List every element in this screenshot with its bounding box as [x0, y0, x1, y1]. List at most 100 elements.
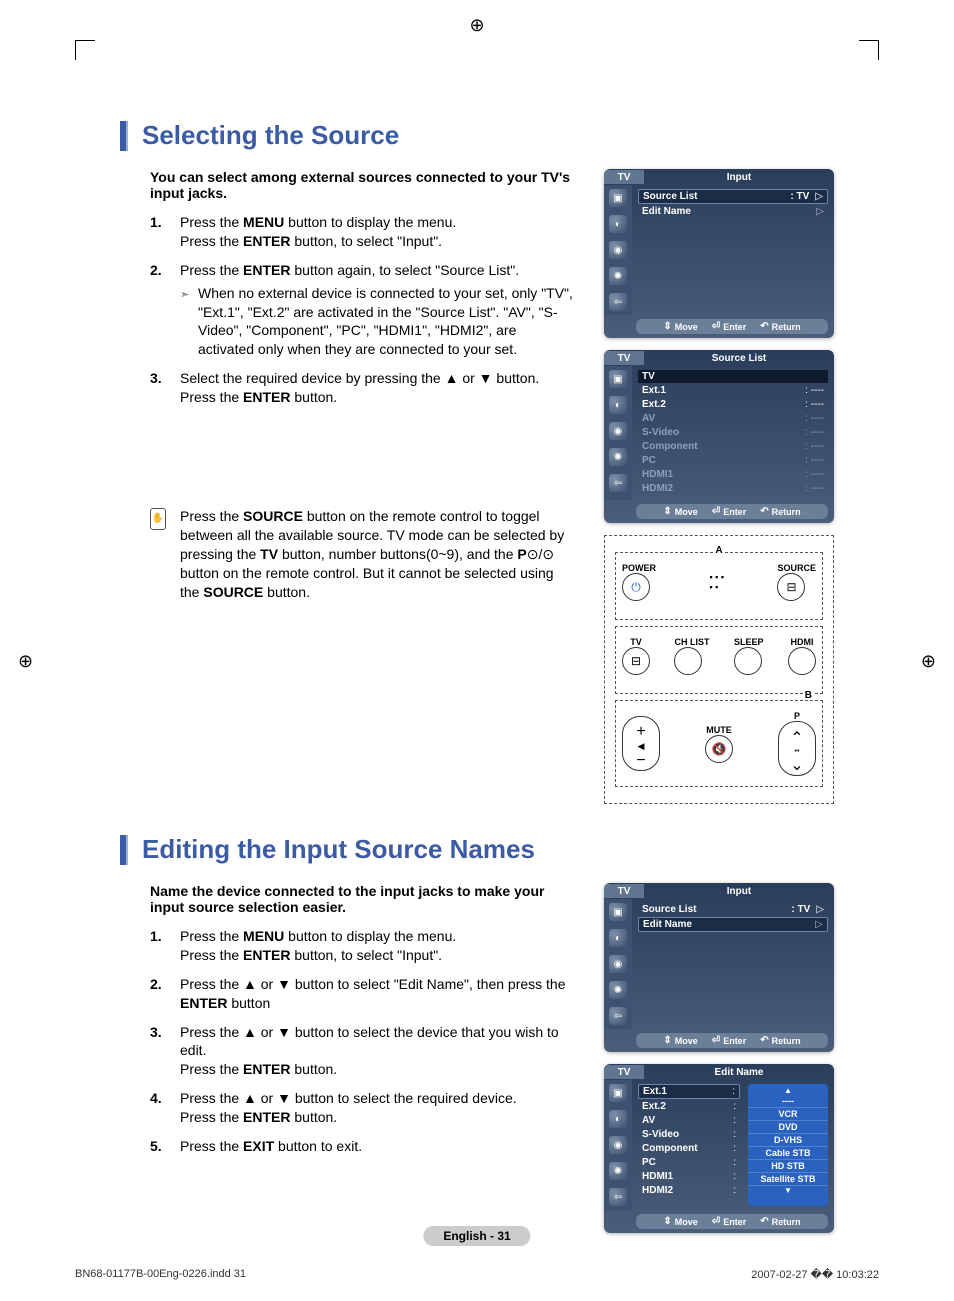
step-3: 3. Select the required device by pressin…	[150, 369, 574, 407]
osd-row: AV: ----	[638, 412, 828, 425]
osd-icon-input: ⇦	[609, 293, 627, 311]
step-body: Press the ENTER button again, to select …	[180, 261, 574, 359]
osd-icon-setup: ✺	[609, 448, 627, 466]
osd-title: Input	[644, 172, 834, 183]
osd-tab: TV	[604, 170, 644, 184]
step-3: 3.Press the ▲ or ▼ button to select the …	[150, 1023, 574, 1080]
intro-text: Name the device connected to the input j…	[120, 883, 574, 915]
osd-row-source-list: Source List: TV▷	[638, 903, 828, 916]
osd-input-menu: TV Input ▣ ◐ ◉ ✺ ⇦ Source	[604, 169, 834, 338]
osd-row: S-Video:	[638, 1128, 740, 1141]
osd-sidebar-icons: ▣ ◐ ◉ ✺ ⇦	[604, 185, 632, 315]
step-2: 2.Press the ▲ or ▼ button to select "Edi…	[150, 975, 574, 1013]
enter-icon: ⏎	[712, 506, 720, 517]
osd-row: HDMI2:	[638, 1184, 740, 1197]
p-label: P	[778, 711, 816, 721]
registration-mark-left: ⊕	[18, 651, 33, 672]
osd-icon-picture: ▣	[609, 1084, 627, 1102]
osd-option: D-VHS	[748, 1134, 828, 1147]
osd-icon-input: ⇦	[609, 474, 627, 492]
osd-row: HDMI2: ----	[638, 482, 828, 495]
step-body: Select the required device by pressing t…	[180, 369, 574, 407]
remote-tip: ✋ Press the SOURCE button on the remote …	[120, 507, 574, 601]
remote-tip-text: Press the SOURCE button on the remote co…	[180, 507, 574, 601]
osd-option: DVD	[748, 1121, 828, 1134]
crop-mark	[75, 40, 95, 60]
registration-mark-top: ⊕	[469, 15, 484, 36]
remote-tip-icon: ✋	[150, 507, 180, 601]
osd-footer: ⇕Move ⏎Enter ↶Return	[636, 1214, 828, 1229]
osd-icon-sound: ◐	[609, 215, 627, 233]
osd-tab: TV	[604, 1065, 644, 1079]
intro-text: You can select among external sources co…	[120, 169, 574, 201]
footer-timestamp: 2007-02-27 �� 10:03:22	[751, 1268, 879, 1281]
step-5: 5.Press the EXIT button to exit.	[150, 1137, 574, 1156]
osd-tab: TV	[604, 351, 644, 365]
osd-icon-setup: ✺	[609, 267, 627, 285]
osd-row: Ext.2:	[638, 1100, 740, 1113]
callout-a: A	[713, 545, 724, 556]
osd-title: Source List	[644, 353, 834, 364]
volume-rocker-icon: +◀−	[622, 716, 660, 771]
osd-icon-picture: ▣	[609, 189, 627, 207]
osd-sidebar-icons: ▣ ◐ ◉ ✺ ⇦	[604, 899, 632, 1029]
step-2: 2. Press the ENTER button again, to sele…	[150, 261, 574, 359]
footer-file: BN68-01177B-00Eng-0226.indd 31	[75, 1268, 246, 1281]
osd-icon-sound: ◐	[609, 929, 627, 947]
osd-icon-sound: ◐	[609, 396, 627, 414]
enter-icon: ⏎	[712, 321, 720, 332]
osd-footer: ⇕Move ⏎Enter ↶Return	[636, 1033, 828, 1048]
step-number: 1.	[150, 927, 180, 965]
registration-mark-right: ⊕	[921, 651, 936, 672]
osd-sidebar-icons: ▣ ◐ ◉ ✺ ⇦	[604, 366, 632, 500]
step-number: 2.	[150, 261, 180, 359]
move-icon: ⇕	[663, 1035, 671, 1046]
return-icon: ↶	[760, 1035, 768, 1046]
document-footer: BN68-01177B-00Eng-0226.indd 31 2007-02-2…	[75, 1268, 879, 1281]
note-arrow-icon	[180, 284, 198, 360]
hdmi-label: HDMI	[788, 637, 816, 647]
header-bar	[120, 121, 128, 151]
power-button-icon: ⏻	[622, 573, 650, 601]
osd-icon-channel: ◉	[609, 1136, 627, 1154]
osd-row-source-list: Source List : TV▷	[638, 189, 828, 204]
figures-column: TV Input ▣ ◐ ◉ ✺ ⇦ Source	[604, 169, 834, 804]
osd-row: TV	[638, 370, 828, 383]
step-body: Press the MENU button to display the men…	[180, 213, 574, 251]
osd-option: ----	[748, 1095, 828, 1108]
osd-row: PC:	[638, 1156, 740, 1169]
mute-button-icon: 🔇	[705, 735, 733, 763]
sleep-button-icon	[734, 647, 762, 675]
page-number: English - 31	[423, 1226, 530, 1246]
osd-source-list-menu: TV Source List ▣ ◐ ◉ ✺ ⇦ TV E	[604, 350, 834, 523]
page-content: Selecting the Source You can select amon…	[60, 30, 894, 1245]
osd-icon-channel: ◉	[609, 422, 627, 440]
move-icon: ⇕	[663, 321, 671, 332]
figures-column: TV Input ▣ ◐ ◉ ✺ ⇦ Source List: TV▷	[604, 883, 834, 1245]
crop-mark	[859, 40, 879, 60]
power-label: POWER	[622, 563, 656, 573]
osd-icon-sound: ◐	[609, 1110, 627, 1128]
osd-title: Input	[644, 886, 834, 897]
step-number: 3.	[150, 369, 180, 407]
osd-option: VCR	[748, 1108, 828, 1121]
osd-option: Satellite STB	[748, 1173, 828, 1186]
osd-title: Edit Name	[644, 1067, 834, 1078]
osd-icon-picture: ▣	[609, 370, 627, 388]
osd-tab: TV	[604, 884, 644, 898]
osd-edit-name-menu: TV Edit Name ▣ ◐ ◉ ✺ ⇦ Ext	[604, 1064, 834, 1233]
osd-row: HDMI1: ----	[638, 468, 828, 481]
osd-icon-input: ⇦	[609, 1007, 627, 1025]
header-bar	[120, 835, 128, 865]
osd-sidebar-icons: ▣ ◐ ◉ ✺ ⇦	[604, 1080, 632, 1210]
osd-input-menu-2: TV Input ▣ ◐ ◉ ✺ ⇦ Source List: TV▷	[604, 883, 834, 1052]
osd-option: HD STB	[748, 1160, 828, 1173]
return-icon: ↶	[760, 1216, 768, 1227]
instructions-column: Name the device connected to the input j…	[120, 883, 584, 1245]
step-number: 2.	[150, 975, 180, 1013]
osd-icon-input: ⇦	[609, 1188, 627, 1206]
osd-row: AV:	[638, 1114, 740, 1127]
move-icon: ⇕	[663, 1216, 671, 1227]
osd-row: Ext.2: ----	[638, 398, 828, 411]
enter-icon: ⏎	[712, 1216, 720, 1227]
